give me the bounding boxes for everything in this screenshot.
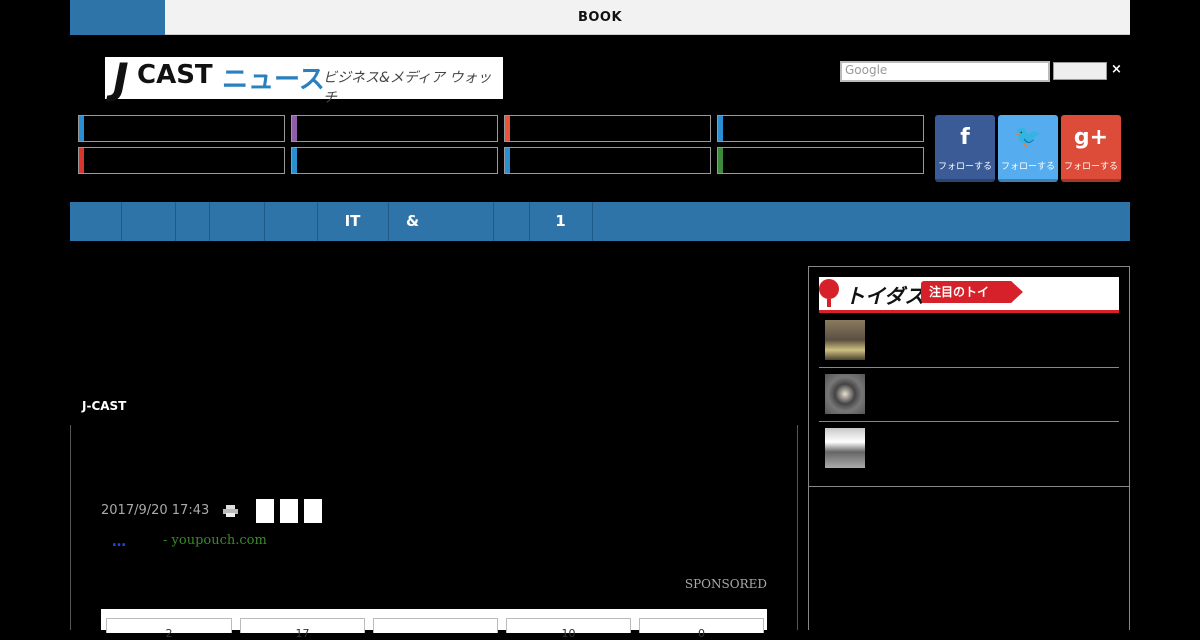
category-color-bar: [292, 148, 297, 173]
nav-item-1[interactable]: [70, 202, 122, 241]
reaction-count: 10: [561, 627, 576, 640]
logo-cast: CAST: [137, 60, 213, 90]
toidas-brand: トイダス: [845, 284, 925, 308]
reaction-count: 0: [698, 627, 705, 640]
category-color-bar: [505, 116, 510, 141]
category-link-3[interactable]: [504, 115, 711, 142]
nav-item-it[interactable]: IT: [317, 202, 389, 241]
article-container: [70, 425, 798, 630]
section-label: J-CAST: [82, 399, 127, 413]
site-logo[interactable]: J CAST ニュース ビジネス&メディア ウォッチ: [105, 54, 503, 106]
featured-toy-pill: 注目のトイ: [921, 281, 1013, 303]
logo-j: J: [113, 54, 129, 103]
mascot-icon: [819, 279, 839, 299]
nav-item-3[interactable]: [175, 202, 210, 241]
sidebar-row-divider: [819, 421, 1119, 422]
follow-label: フォローする: [1000, 162, 1055, 172]
reaction-tab-3[interactable]: [373, 618, 498, 633]
facebook-icon: f: [960, 125, 970, 150]
sidebar-divider: [809, 486, 1129, 487]
follow-label: フォローする: [1063, 162, 1118, 172]
category-color-bar: [292, 116, 297, 141]
category-link-7[interactable]: [504, 147, 711, 174]
toidas-banner[interactable]: トイダス 注目のトイ: [819, 277, 1119, 313]
category-color-bar: [79, 148, 84, 173]
ad-ellipsis[interactable]: …: [112, 534, 126, 550]
search-input[interactable]: Google: [840, 61, 1050, 82]
ad-source-separator: -: [163, 533, 168, 548]
reaction-count: 17: [295, 627, 310, 640]
category-link-4[interactable]: [717, 115, 924, 142]
twitter-follow-button[interactable]: 🐦 フォローする: [998, 115, 1058, 182]
arrow-right-icon: [1011, 281, 1023, 303]
category-link-5[interactable]: [78, 147, 285, 174]
sponsored-label: SPONSORED: [684, 577, 767, 591]
nav-item-8[interactable]: [494, 202, 530, 241]
nav-item-5[interactable]: [264, 202, 318, 241]
sidebar-row-divider: [819, 367, 1119, 368]
category-link-6[interactable]: [291, 147, 498, 174]
close-icon[interactable]: ×: [1111, 61, 1127, 79]
reaction-tabs: 2 17 10 0: [101, 609, 767, 640]
mascot-stem: [827, 299, 831, 307]
facebook-follow-button[interactable]: f フォローする: [935, 115, 995, 182]
category-color-bar: [718, 148, 723, 173]
google-plus-icon: g+: [1073, 125, 1109, 150]
share-button-1[interactable]: [256, 499, 274, 523]
print-icon[interactable]: [223, 505, 238, 517]
logo-tagline: ビジネス&メディア ウォッチ: [323, 70, 492, 106]
top-bar: BOOK: [70, 0, 1130, 35]
logo-news: ニュース: [222, 65, 325, 95]
share-button-3[interactable]: [304, 499, 322, 523]
toy-thumbnail-1[interactable]: [825, 320, 865, 360]
article-date: 2017/9/20 17:43: [101, 503, 210, 518]
toy-thumbnail-2[interactable]: [825, 374, 865, 414]
category-link-8[interactable]: [717, 147, 924, 174]
nav-item-1-label[interactable]: 1: [529, 202, 593, 241]
category-link-2[interactable]: [291, 115, 498, 142]
reaction-tab-5[interactable]: 0: [639, 618, 764, 640]
nav-item-and[interactable]: &: [388, 202, 494, 241]
ad-source[interactable]: - youpouch.com: [163, 533, 267, 548]
main-nav: IT & 1: [70, 202, 1130, 241]
category-color-bar: [718, 116, 723, 141]
google-plus-follow-button[interactable]: g+ フォローする: [1061, 115, 1121, 182]
search-button[interactable]: [1053, 62, 1107, 80]
category-link-1[interactable]: [78, 115, 285, 142]
reaction-tab-1[interactable]: 2: [106, 618, 232, 640]
reaction-count: 2: [165, 627, 173, 640]
book-link[interactable]: BOOK: [70, 0, 1130, 35]
toy-thumbnail-3[interactable]: [825, 428, 865, 468]
follow-label: フォローする: [937, 162, 992, 172]
nav-item-2[interactable]: [121, 202, 176, 241]
share-button-2[interactable]: [280, 499, 298, 523]
category-color-bar: [505, 148, 510, 173]
reaction-tab-4[interactable]: 10: [506, 618, 631, 640]
twitter-icon: 🐦: [1014, 125, 1042, 150]
reaction-tab-2[interactable]: 17: [240, 618, 365, 640]
nav-item-4[interactable]: [209, 202, 265, 241]
category-color-bar: [79, 116, 84, 141]
ad-source-domain: youpouch.com: [171, 533, 267, 548]
